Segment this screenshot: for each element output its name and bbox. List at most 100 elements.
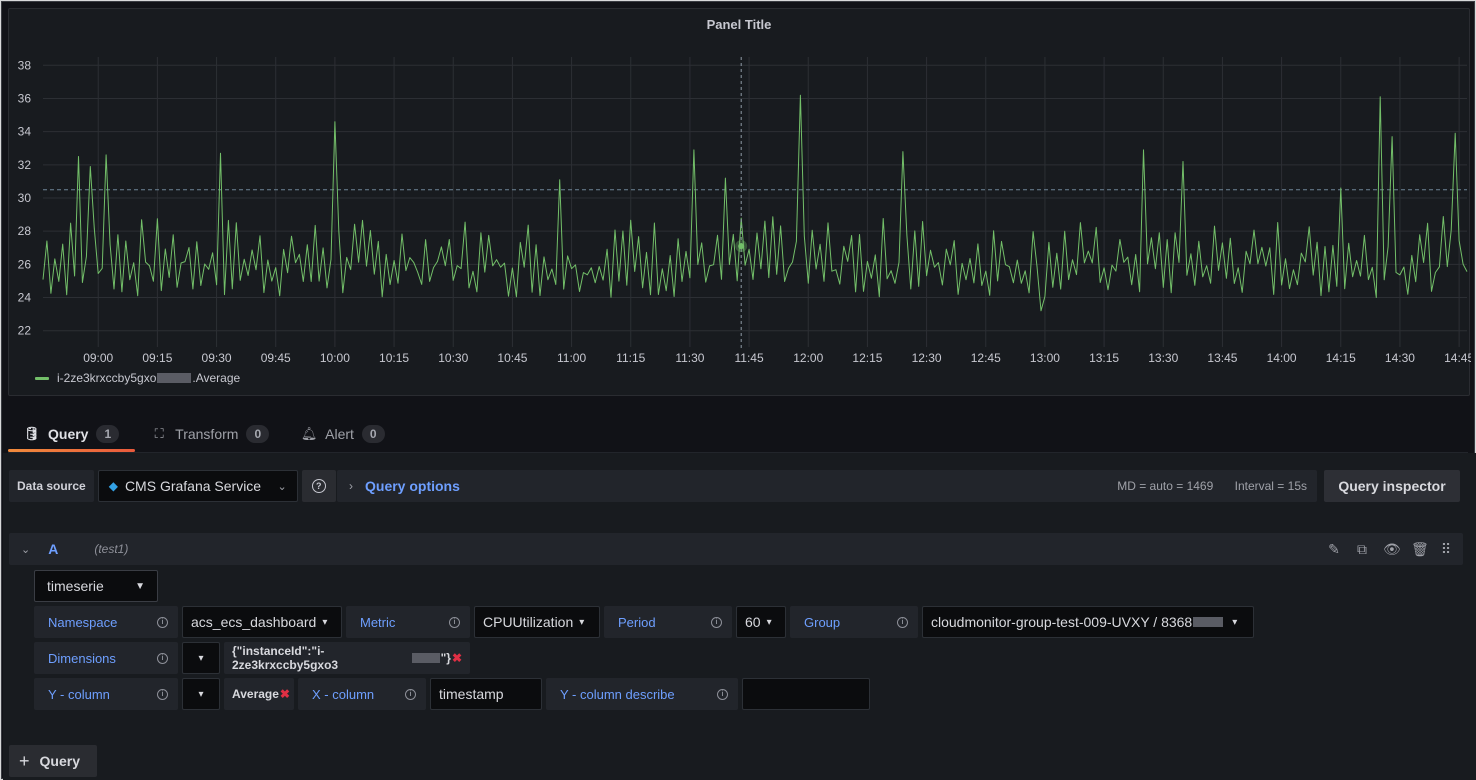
x-tick-label: 13:45 (1207, 351, 1237, 365)
query-inspector-button[interactable]: Query inspector (1324, 470, 1460, 502)
tab-transform[interactable]: ⛶ Transform 0 (135, 416, 285, 452)
tab-alert[interactable]: 🔔︎ Alert 0 (285, 416, 400, 452)
editor-tabs: 🛢 Query 1 ⛶ Transform 0 🔔︎ Alert 0 (8, 416, 401, 452)
tab-label: Transform (175, 426, 239, 442)
x-tick-label: 11:45 (735, 351, 764, 365)
x-tick-label: 10:15 (379, 351, 409, 365)
tab-count-badge: 0 (361, 425, 385, 443)
hover-point (738, 243, 745, 250)
tab-count-badge: 0 (246, 425, 270, 443)
group-select[interactable]: cloudmonitor-group-test-009-UVXY / 8368 … (922, 606, 1254, 638)
metric-value: CPUUtilization (483, 614, 574, 630)
info-icon[interactable]: i (711, 616, 722, 628)
dimensions-label-text: Dimensions (48, 650, 116, 666)
ycolumn-tag-text: Average (232, 687, 279, 701)
x-tick-label: 11:30 (675, 351, 704, 365)
series-line (42, 94, 1468, 312)
caret-down-icon: ▾ (579, 616, 585, 628)
info-icon[interactable]: i (449, 616, 460, 628)
x-tick-label: 14:00 (1267, 351, 1297, 365)
query-alias: (test1) (94, 542, 129, 556)
tab-label: Query (48, 426, 89, 442)
info-icon[interactable]: i (897, 616, 908, 628)
y-tick-label: 24 (18, 291, 32, 305)
remove-icon[interactable]: ✖ (452, 651, 462, 665)
xcolumn-label: X - column i (298, 678, 426, 710)
dimensions-row: Dimensions i ▾ {"instanceId":"i-2ze3krxc… (34, 642, 474, 674)
x-tick-label: 09:45 (261, 351, 291, 365)
drag-handle-icon[interactable]: ⠿ (1439, 541, 1453, 558)
trash-icon[interactable]: 🗑︎ (1411, 541, 1429, 558)
time-series-chart[interactable]: 22 24 26 28 30 32 34 36 38 09:00 09:15 09:30 09:45 10… (9, 9, 1471, 397)
y-tick-label: 36 (18, 91, 32, 105)
x-tick-label: 14:15 (1326, 351, 1356, 365)
query-options-meta: MD = auto = 1469 Interval = 15s (1099, 479, 1307, 493)
x-tick-label: 11:00 (557, 351, 586, 365)
transform-icon: ⛶ (154, 426, 164, 441)
chevron-down-icon: ⌄ (277, 480, 287, 493)
ycolumn-describe-input[interactable] (742, 678, 870, 710)
ycolumn-describe-label: Y - column describe i (546, 678, 738, 710)
ycolumn-tag[interactable]: Average ✖ (224, 678, 294, 710)
metric-label: Metric i (346, 606, 470, 638)
query-type-value: timeserie (47, 578, 104, 594)
info-icon[interactable]: i (157, 616, 168, 628)
query-actions: ✎ ⧉ 👁︎ 🗑︎ ⠿ (1327, 541, 1453, 558)
period-select[interactable]: 60 ▾ (736, 606, 786, 638)
y-tick-label: 32 (18, 158, 32, 172)
legend-label-suffix: .Average (192, 371, 241, 385)
y-tick-label: 30 (18, 191, 32, 205)
info-icon[interactable]: i (157, 652, 168, 664)
y-tick-label: 26 (18, 257, 32, 271)
namespace-value: acs_ecs_dashboard (191, 614, 317, 630)
x-tick-label: 10:00 (320, 351, 350, 365)
group-value: cloudmonitor-group-test-009-UVXY / 8368 (931, 614, 1193, 630)
dimensions-add-select[interactable]: ▾ (182, 642, 220, 674)
redacted-text (157, 373, 192, 383)
query-ref-id[interactable]: A (48, 541, 58, 557)
app-frame: Panel Title 22 24 26 28 30 32 34 36 38 09:00 09:15… (1, 1, 1476, 780)
x-tick-label: 09:15 (142, 351, 172, 365)
dimensions-label: Dimensions i (34, 642, 178, 674)
y-tick-label: 22 (18, 324, 32, 338)
remove-icon[interactable]: ✖ (280, 687, 290, 701)
namespace-select[interactable]: acs_ecs_dashboard ▾ (182, 606, 342, 638)
question-icon: ? (311, 479, 326, 493)
dimension-tag[interactable]: {"instanceId":"i-2ze3krxccby5gxo3 "} ✖ (224, 642, 470, 674)
x-tick-label: 14:30 (1385, 351, 1415, 365)
columns-row: Y - column i ▾ Average ✖ X - column i ti… (34, 678, 874, 710)
group-label: Group i (790, 606, 918, 638)
x-tick-label: 12:30 (912, 351, 942, 365)
info-icon[interactable]: i (157, 688, 168, 700)
ycolumn-describe-label-text: Y - column describe (560, 686, 675, 702)
tab-count-badge: 1 (96, 425, 120, 443)
xcolumn-input[interactable]: timestamp (430, 678, 542, 710)
dimension-tag-text: {"instanceId":"i-2ze3krxccby5gxo3 (232, 644, 339, 672)
legend-swatch (35, 376, 49, 380)
ycolumn-add-select[interactable]: ▾ (182, 678, 220, 710)
x-tick-label: 12:45 (971, 351, 1001, 365)
tab-query[interactable]: 🛢 Query 1 (8, 416, 136, 452)
query-editor: Data source ◆ CMS Grafana Service ⌄ ? › … (3, 453, 1476, 780)
x-tick-label: 10:30 (438, 351, 468, 365)
query-row-header: ⌄ A (test1) ✎ ⧉ 👁︎ 🗑︎ ⠿ (9, 533, 1463, 565)
x-tick-label: 10:45 (497, 351, 527, 365)
query-options-toggle[interactable]: › Query options MD = auto = 1469 Interva… (337, 470, 1317, 502)
x-tick-label: 09:00 (83, 351, 113, 365)
duplicate-icon[interactable]: ⧉ (1355, 541, 1369, 558)
add-query-button[interactable]: + Query (9, 745, 97, 777)
xcolumn-label-text: X - column (312, 686, 375, 702)
interval-value: Interval = 15s (1234, 479, 1307, 493)
info-icon[interactable]: i (405, 688, 416, 700)
datasource-picker[interactable]: ◆ CMS Grafana Service ⌄ (97, 470, 298, 502)
edit-icon[interactable]: ✎ (1327, 541, 1341, 558)
group-label-text: Group (804, 614, 841, 630)
collapse-chevron-icon[interactable]: ⌄ (21, 543, 30, 556)
info-icon[interactable]: i (717, 688, 728, 700)
metric-select[interactable]: CPUUtilization ▾ (474, 606, 600, 638)
eye-icon[interactable]: 👁︎ (1383, 541, 1401, 558)
datasource-help-button[interactable]: ? (301, 470, 336, 502)
x-tick-label: 11:15 (616, 351, 645, 365)
legend-item[interactable]: i-2ze3krxccby5gxo .Average (35, 371, 240, 385)
query-type-select[interactable]: timeserie ▼ (34, 570, 158, 602)
